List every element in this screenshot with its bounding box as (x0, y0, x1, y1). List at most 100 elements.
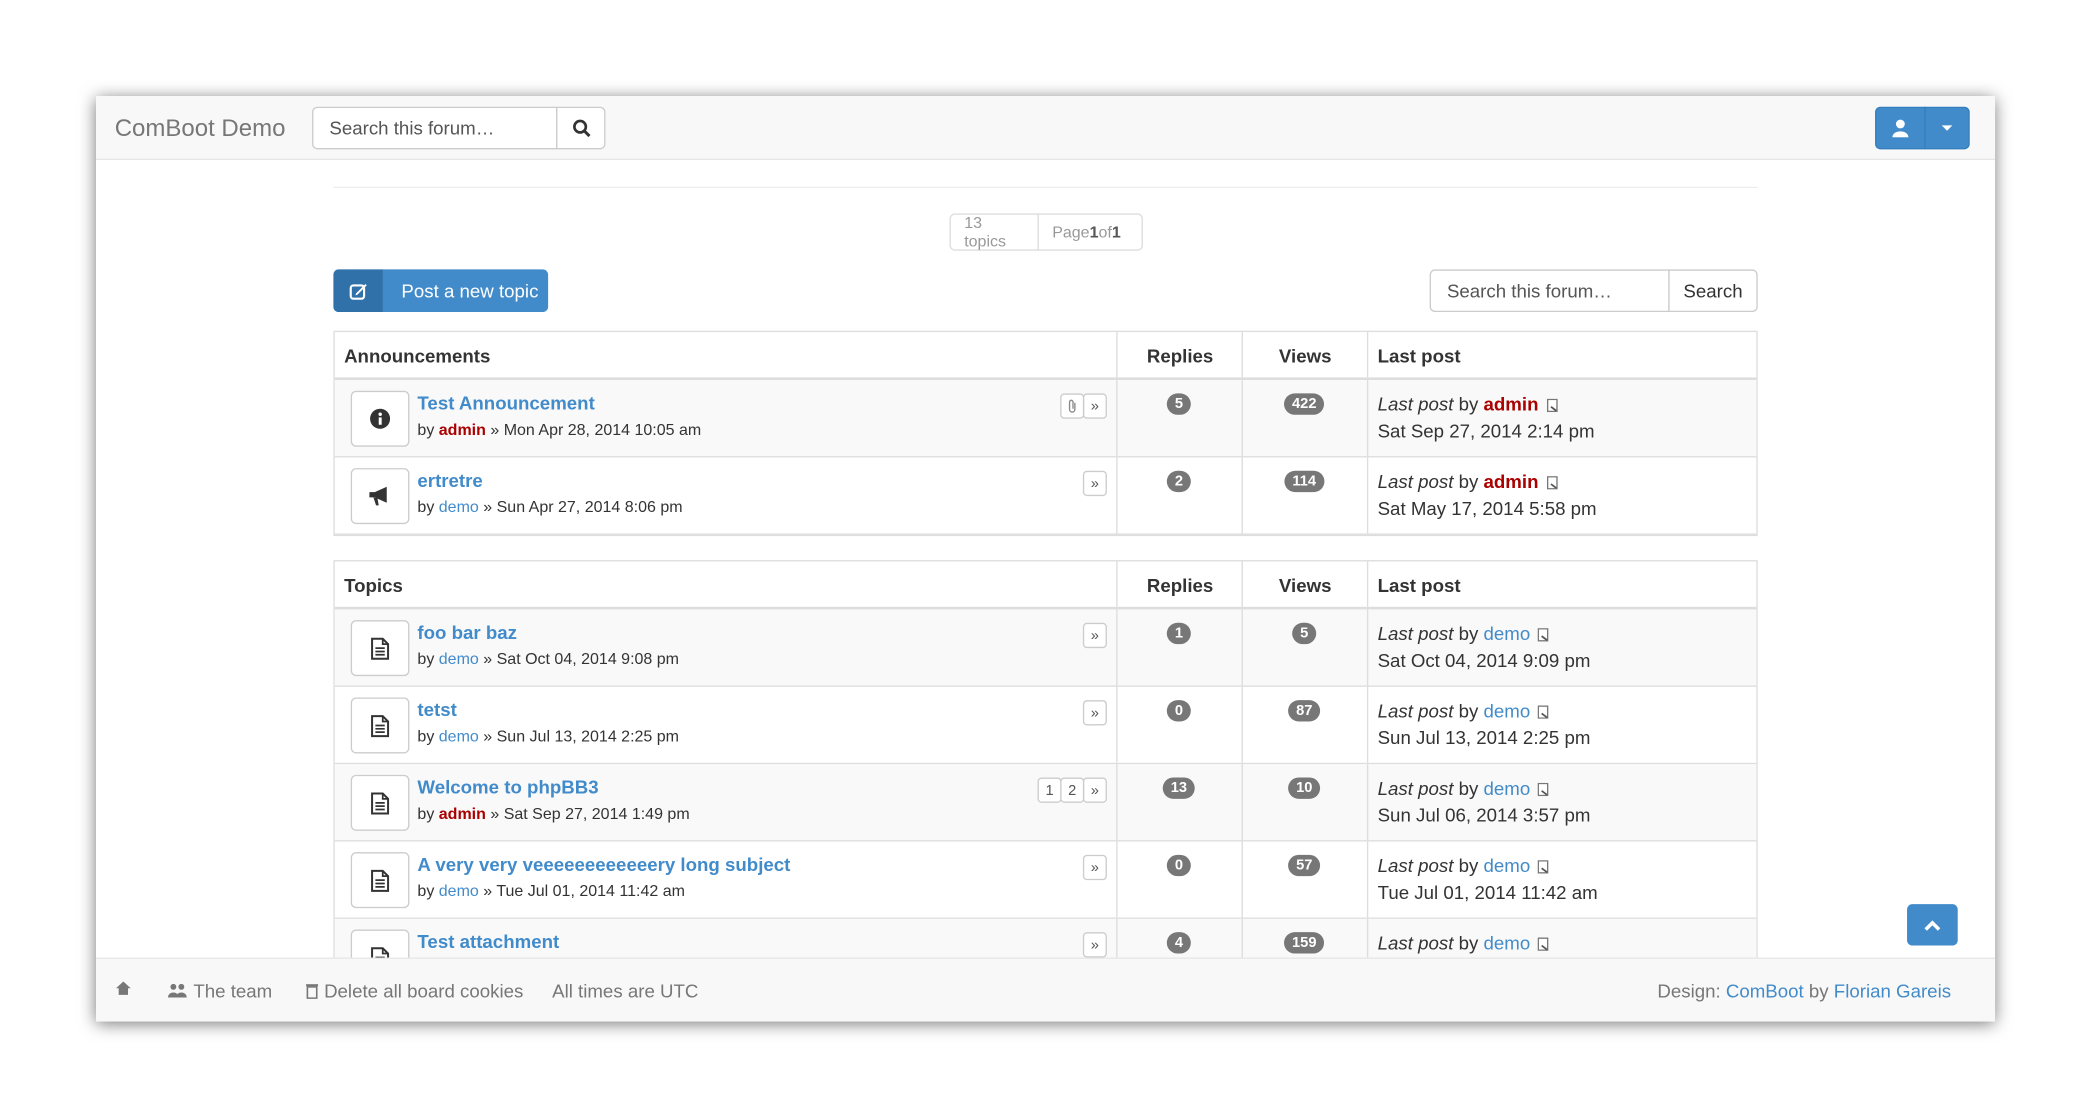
view-latest-post-icon[interactable] (1546, 471, 1558, 496)
team-label: The team (193, 980, 273, 1002)
delete-cookies-link[interactable]: Delete all board cookies (305, 980, 523, 1002)
topic-meta: by admin » Mon Apr 28, 2014 10:05 am (417, 420, 701, 439)
last-post-info: Last post by admin Sat May 17, 2014 5:58 … (1378, 469, 1597, 521)
topic-title-link[interactable]: Test attachment (417, 931, 559, 952)
last-post-author-link[interactable]: demo (1484, 777, 1531, 798)
footer: The team Delete all board cookies All ti… (96, 957, 1996, 1022)
user-menu-dropdown-toggle[interactable] (1924, 106, 1970, 150)
last-post-info: Last post by demo Tue Jul 01, 2014 11:42 … (1378, 854, 1598, 906)
by-label: by (1453, 622, 1484, 645)
back-to-top-button[interactable] (1907, 904, 1958, 946)
column-divider (1116, 380, 1118, 457)
post-date: Sat Sep 27, 2014 1:49 pm (503, 804, 690, 823)
author-link[interactable]: demo (439, 727, 479, 746)
user-menu-button[interactable] (1875, 106, 1926, 150)
last-post-line: Last post by demo (1378, 854, 1598, 881)
page-prefix: Page (1052, 222, 1090, 242)
column-divider (1116, 561, 1118, 607)
topic-title-link[interactable]: foo bar baz (417, 621, 517, 642)
forum-search-input[interactable]: Search this forum… (1429, 269, 1670, 313)
post-date: Tue Jul 01, 2014 11:42 am (496, 881, 685, 901)
topic-count: 13 topics (949, 213, 1039, 251)
author-link[interactable]: Florian Gareis (1834, 980, 1951, 1001)
post-date: Sun Apr 27, 2014 8:06 pm (496, 497, 683, 517)
column-divider (1241, 609, 1243, 686)
brand-link[interactable]: ComBoot Demo (115, 115, 286, 143)
replies-count: 0 (1166, 700, 1191, 722)
by-label: by (417, 726, 439, 746)
navbar-search-input[interactable]: Search this forum… (312, 106, 558, 150)
last-post-author-link[interactable]: admin (1484, 471, 1539, 492)
comboot-link[interactable]: ComBoot (1726, 980, 1804, 1001)
column-divider (1241, 457, 1243, 534)
last-post-author-link[interactable]: demo (1484, 855, 1531, 876)
author-link[interactable]: admin (439, 420, 486, 439)
view-latest-post-icon[interactable] (1538, 932, 1550, 957)
last-page-button[interactable]: » (1082, 700, 1107, 726)
last-page-button[interactable]: » (1082, 622, 1107, 649)
topics-table: Topics Replies Views Last post foo bar baz by… (333, 560, 1758, 998)
view-latest-post-icon[interactable] (1546, 393, 1558, 418)
page-of: of (1098, 222, 1112, 242)
current-page: 1 (1089, 222, 1099, 242)
announcements-table: Announcements Replies Views Last post Test A… (333, 330, 1758, 537)
author-link[interactable]: demo (439, 882, 479, 901)
post-date: Sun Jul 13, 2014 2:25 pm (496, 726, 680, 746)
by-label: by (1453, 470, 1484, 493)
last-post-info: Last post by demo (1378, 931, 1551, 958)
page-button[interactable]: 1 (1037, 777, 1062, 803)
by-label: by (1453, 777, 1484, 799)
author-link[interactable]: admin (439, 804, 486, 823)
by-label: by (417, 881, 439, 901)
browser-window: ComBoot Demo Search this forum… 13 topic… (96, 96, 1996, 1022)
view-latest-post-icon[interactable] (1538, 623, 1550, 648)
navbar-search-button[interactable] (556, 106, 606, 150)
last-page-button[interactable]: » (1082, 777, 1107, 803)
view-latest-post-icon[interactable] (1538, 700, 1550, 725)
topic-row: Test Announcement by admin » Mon Apr 28, … (334, 380, 1757, 458)
last-page-button[interactable]: » (1082, 932, 1107, 958)
last-post-author-link[interactable]: admin (1484, 393, 1539, 414)
column-divider (1241, 764, 1243, 841)
column-divider (1241, 380, 1243, 457)
last-post-label: Last post (1377, 470, 1454, 493)
topic-title-link[interactable]: Welcome to phpBB3 (417, 776, 598, 797)
author-link[interactable]: demo (439, 649, 479, 668)
views-count: 159 (1284, 932, 1325, 954)
last-post-line: Last post by admin (1378, 469, 1597, 496)
last-post-date: Tue Jul 01, 2014 11:42 am (1377, 881, 1598, 903)
last-page-button[interactable]: » (1082, 854, 1107, 881)
topic-title-link[interactable]: tetst (417, 699, 456, 720)
topic-meta: by admin » Sat Sep 27, 2014 1:49 pm (417, 804, 689, 823)
post-new-topic-button[interactable]: Post a new topic (333, 269, 549, 313)
team-link[interactable]: The team (168, 980, 273, 1002)
column-divider (1366, 332, 1369, 378)
last-post-label: Last post (1377, 932, 1454, 954)
forum-search-button[interactable]: Search (1668, 269, 1758, 313)
view-latest-post-icon[interactable] (1538, 777, 1550, 802)
info-icon (350, 390, 410, 447)
last-post-author-link[interactable]: demo (1484, 623, 1531, 644)
last-post-author-link[interactable]: demo (1484, 700, 1531, 721)
by-label: by (417, 804, 439, 823)
last-post-author-link[interactable]: demo (1484, 932, 1531, 953)
replies-header: Replies (1146, 574, 1214, 597)
last-page-button[interactable]: » (1082, 393, 1107, 419)
page-button[interactable]: 2 (1060, 777, 1085, 803)
last-post-label: Last post (1377, 854, 1454, 877)
home-link[interactable] (115, 980, 132, 996)
last-page-button[interactable]: » (1082, 470, 1107, 497)
topic-meta: by demo » Tue Jul 01, 2014 11:42 am (417, 882, 685, 901)
navbar: ComBoot Demo Search this forum… (96, 96, 1996, 161)
last-post-line: Last post by admin (1378, 392, 1595, 419)
attachment-icon[interactable] (1060, 393, 1085, 419)
replies-count: 2 (1166, 470, 1191, 493)
author-link[interactable]: demo (439, 497, 479, 516)
topic-title-link[interactable]: ertretre (417, 469, 482, 490)
view-latest-post-icon[interactable] (1538, 855, 1550, 880)
topic-title-link[interactable]: A very very veeeeeeeeeeeery long subject (417, 854, 790, 875)
topic-title-link[interactable]: Test Announcement (417, 392, 594, 413)
last-post-line: Last post by demo (1378, 776, 1591, 803)
replies-count: 1 (1166, 622, 1191, 645)
file-icon (350, 774, 410, 831)
